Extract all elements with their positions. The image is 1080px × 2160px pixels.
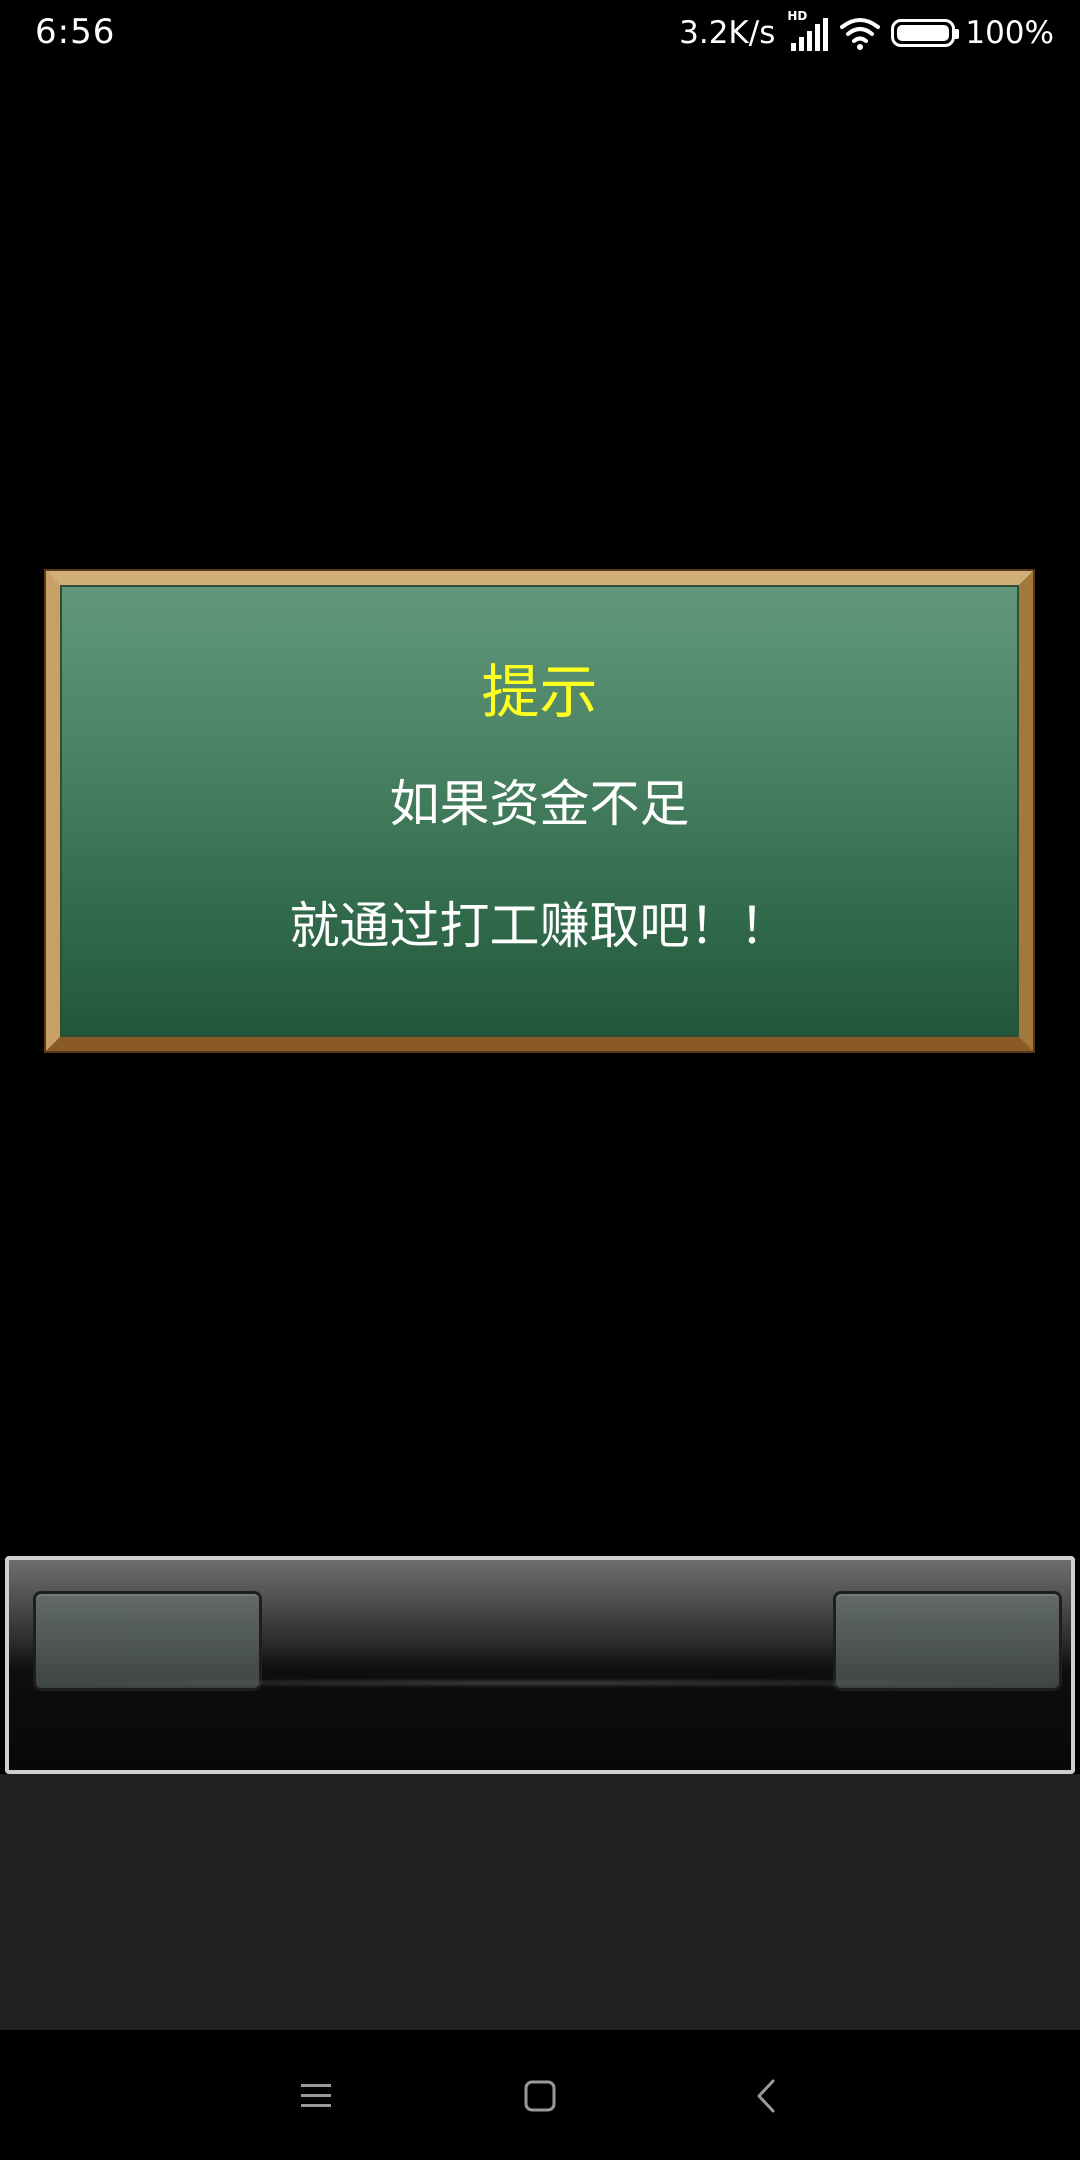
home-button[interactable] bbox=[508, 2064, 572, 2128]
hint-dialog[interactable]: 提示 如果资金不足 就通过打工赚取吧！！ bbox=[46, 571, 1033, 1051]
menu-button[interactable] bbox=[284, 2064, 348, 2128]
menu-icon bbox=[301, 2084, 331, 2107]
navigation-bar bbox=[0, 2030, 1080, 2160]
dialog-title: 提示 bbox=[481, 658, 598, 726]
battery-icon bbox=[891, 19, 960, 47]
blank-panel bbox=[0, 1774, 1080, 2030]
screen: 6:56 3.2K/s HD 100% 提示 如果资金不足 就通过打工赚取吧！！ bbox=[0, 0, 1080, 2160]
back-button[interactable] bbox=[734, 2064, 798, 2128]
back-icon bbox=[757, 2079, 775, 2113]
status-time: 6:56 bbox=[35, 12, 116, 52]
network-speed: 3.2K/s bbox=[679, 15, 776, 51]
cellular-signal-icon: HD bbox=[787, 9, 829, 51]
left-soft-button[interactable] bbox=[33, 1591, 262, 1691]
status-indicators: 3.2K/s HD 100% bbox=[679, 9, 1054, 54]
battery-percent: 100% bbox=[965, 15, 1054, 51]
signal-hd-tag: HD bbox=[787, 9, 808, 23]
right-soft-button[interactable] bbox=[833, 1591, 1062, 1691]
wifi-icon bbox=[840, 18, 881, 50]
dialog-message-line-1: 如果资金不足 bbox=[389, 775, 690, 833]
status-bar: 6:56 3.2K/s HD 100% bbox=[0, 0, 1080, 66]
game-control-panel bbox=[5, 1556, 1075, 1774]
home-icon bbox=[524, 2080, 556, 2112]
dialog-message-line-2: 就通过打工赚取吧！！ bbox=[289, 897, 790, 955]
